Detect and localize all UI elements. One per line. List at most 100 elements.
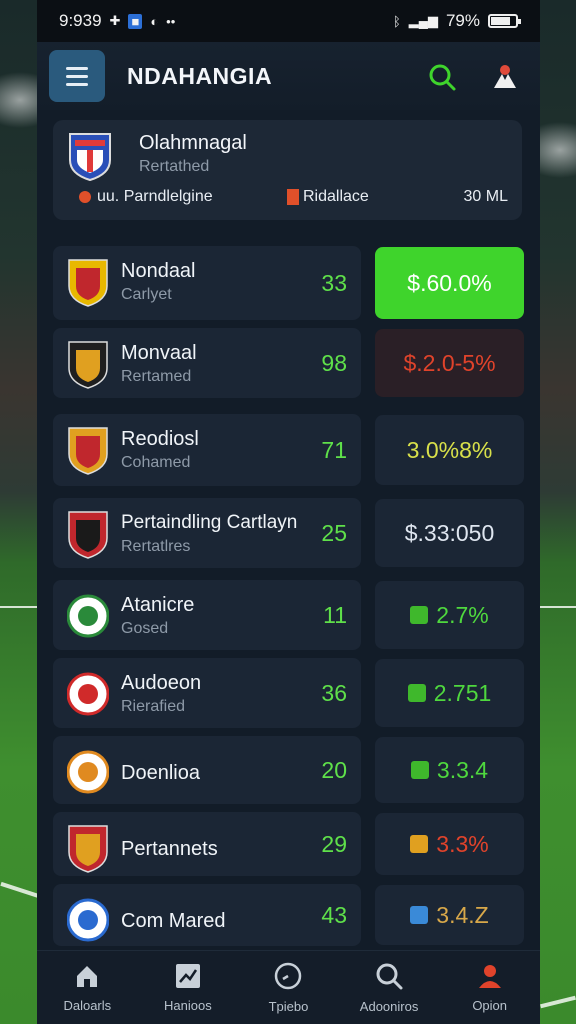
- team-crest-icon: [67, 594, 109, 638]
- notification-icon: ✚: [109, 13, 121, 28]
- team-row[interactable]: Doenlioa 20: [53, 736, 361, 804]
- pitch-line: [0, 881, 40, 899]
- team-score: 98: [321, 350, 347, 376]
- pitch-line: [540, 606, 576, 608]
- bluetooth-icon: ᛒ: [392, 13, 401, 29]
- team-name: Reodiosl: [121, 428, 199, 450]
- menu-line: [66, 74, 88, 78]
- team-name: Atanicre: [121, 594, 195, 616]
- change-percent-box[interactable]: 3.3%: [375, 813, 524, 875]
- nav-item-clock[interactable]: Tpiebo: [238, 951, 339, 1024]
- team-name: Audoeon: [121, 672, 202, 694]
- menu-button[interactable]: [49, 50, 105, 102]
- nav-label: Opion: [472, 998, 508, 1013]
- app-bar: NDAHANGIA: [37, 42, 540, 110]
- change-percent: 3.3%: [436, 830, 489, 857]
- team-crest-icon: [67, 898, 109, 942]
- phone-screen: 9:939 ✚ ■ ◐ •• ᛒ ▂▄▆ 79% NDAHANGIA Olahm…: [37, 0, 540, 1024]
- clock-icon: [275, 962, 302, 990]
- featured-meta-mid-text: Ridallace: [303, 188, 369, 205]
- team-crest-icon: [68, 511, 108, 559]
- status-time: 9:939: [59, 11, 102, 30]
- team-name: Com Mared: [121, 910, 226, 932]
- change-percent-box[interactable]: $.33:050: [375, 499, 524, 567]
- team-row[interactable]: Pertannets 29: [53, 812, 361, 876]
- team-crest-icon: [67, 672, 109, 716]
- chart-icon: [175, 964, 200, 988]
- team-name: Doenlioa: [121, 762, 200, 784]
- featured-meta-prefix: uu.: [97, 188, 120, 205]
- change-percent: 3.0%8%: [406, 436, 493, 463]
- team-name: Nondaal: [121, 260, 196, 282]
- change-percent: $.60.0%: [407, 269, 492, 296]
- nav-item-chart[interactable]: Hanioos: [138, 951, 239, 1024]
- trend-badge-icon: [407, 684, 426, 702]
- team-score: 71: [321, 437, 347, 463]
- team-row[interactable]: Monvaal Rertamed 98: [53, 328, 361, 398]
- change-percent-box[interactable]: $.2.0-5%: [375, 329, 524, 397]
- bottom-nav: Daloarls Hanioos Tpiebo Adooniros Opion: [37, 950, 540, 1024]
- team-row[interactable]: Reodiosl Cohamed 71: [53, 414, 361, 486]
- change-percent-box[interactable]: 3.0%8%: [375, 415, 524, 485]
- nav-label: Daloarls: [63, 998, 112, 1013]
- trend-badge-icon: [410, 606, 429, 624]
- battery-icon: [488, 14, 521, 28]
- search-icon: [376, 963, 403, 990]
- team-score: 29: [321, 831, 347, 857]
- nav-label: Adooniros: [359, 999, 419, 1014]
- change-percent-box[interactable]: 3.4.Z: [375, 885, 524, 945]
- signal-icon: ▂▄▆: [408, 13, 438, 28]
- team-row[interactable]: Atanicre Gosed 11: [53, 580, 361, 650]
- search-icon[interactable]: [427, 62, 457, 92]
- change-percent: $.2.0-5%: [403, 349, 496, 376]
- team-row[interactable]: Nondaal Carlyet 33: [53, 246, 361, 320]
- featured-subtitle: Rertathed: [139, 158, 210, 175]
- nav-label: Tpiebo: [268, 999, 309, 1014]
- nav-item-home[interactable]: Daloarls: [37, 951, 138, 1024]
- battery-percent: 79%: [445, 11, 480, 30]
- change-percent-box[interactable]: 3.3.4: [375, 737, 524, 803]
- team-subtitle: Carlyet: [121, 286, 172, 303]
- featured-meta-left: uu. Parndlelgine: [79, 188, 213, 206]
- team-name: Monvaal: [121, 342, 197, 364]
- change-percent-box[interactable]: 2.7%: [375, 581, 524, 649]
- nav-item-search[interactable]: Adooniros: [339, 951, 440, 1024]
- team-score: 20: [321, 757, 347, 783]
- team-name: Pertaindling Cartlayn: [121, 512, 298, 533]
- team-subtitle: Rertatlres: [121, 538, 191, 555]
- app-title: NDAHANGIA: [127, 62, 273, 89]
- team-crest-icon: [68, 341, 108, 389]
- menu-line: [66, 66, 88, 70]
- team-score: 43: [321, 902, 347, 928]
- team-row[interactable]: Audoeon Rierafied 36: [53, 658, 361, 728]
- team-row[interactable]: Pertaindling Cartlayn Rertatlres 25: [53, 498, 361, 568]
- trend-badge-icon: [410, 835, 429, 853]
- team-crest-icon: [68, 427, 108, 475]
- featured-team-name: Olahmnagal: [139, 132, 247, 154]
- nav-label: Hanioos: [164, 998, 212, 1013]
- team-score: 33: [321, 270, 347, 296]
- change-percent: 3.4.Z: [436, 901, 489, 928]
- pitch-line: [0, 606, 37, 608]
- menu-line: [66, 82, 88, 86]
- profile-icon: [478, 965, 501, 988]
- nav-item-profile[interactable]: Opion: [439, 951, 540, 1024]
- change-percent: $.33:050: [404, 519, 495, 546]
- pitch-line: [540, 995, 576, 1009]
- battery-level: [491, 17, 510, 25]
- featured-card[interactable]: Olahmnagal Rertathed uu. Parndlelgine Ri…: [53, 120, 522, 220]
- team-subtitle: Gosed: [121, 620, 169, 637]
- trend-badge-icon: [410, 906, 429, 924]
- change-percent-box[interactable]: 2.751: [375, 659, 524, 727]
- change-percent: 2.751: [433, 679, 492, 706]
- home-icon: [77, 966, 98, 987]
- user-icon[interactable]: [489, 60, 521, 92]
- change-percent: 2.7%: [436, 601, 489, 628]
- change-percent-box[interactable]: $.60.0%: [375, 247, 524, 319]
- featured-meta-mid: Ridallace: [287, 188, 369, 206]
- team-crest-icon: [67, 750, 109, 794]
- team-subtitle: Rierafied: [121, 698, 186, 715]
- change-percent: 3.3.4: [436, 756, 489, 783]
- team-score: 36: [321, 680, 347, 706]
- team-row[interactable]: Com Mared 43: [53, 884, 361, 946]
